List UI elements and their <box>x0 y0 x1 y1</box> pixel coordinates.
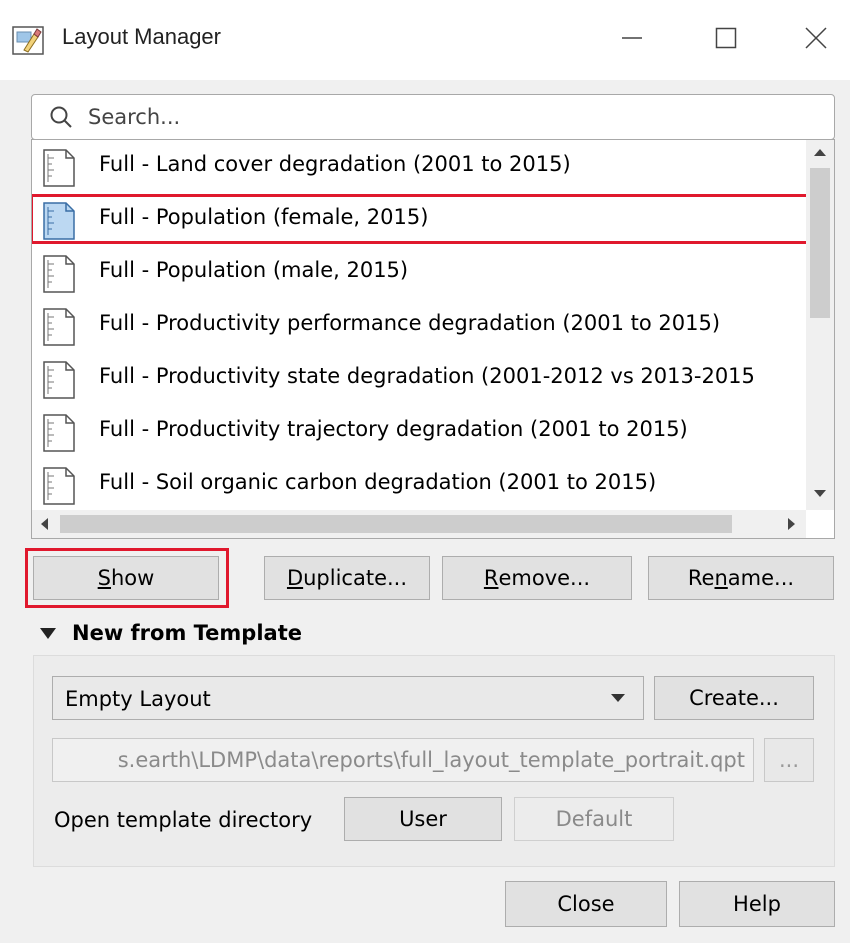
list-item-label: Full - Population (male, 2015) <box>99 258 409 282</box>
list-item[interactable]: Full - Population (male, 2015) <box>32 246 808 299</box>
browse-button: ... <box>764 738 814 782</box>
vertical-scroll-thumb[interactable] <box>810 168 830 318</box>
layout-document-icon <box>43 467 75 505</box>
list-item-label: Full - Productivity performance degradat… <box>99 311 721 335</box>
list-item-label: Full - Productivity trajectory degradati… <box>99 417 688 441</box>
close-button[interactable]: Close <box>505 881 667 927</box>
chevron-down-icon <box>611 694 625 702</box>
horizontal-scrollbar[interactable] <box>32 510 806 538</box>
maximize-button[interactable] <box>706 18 746 58</box>
list-item-selected[interactable]: Full - Population (female, 2015) <box>32 193 810 246</box>
template-path-field: s.earth\LDMP\data\reports\full_layout_te… <box>52 738 754 782</box>
layout-list[interactable]: Full - Land cover degradation (2001 to 2… <box>31 139 835 539</box>
minimize-icon <box>622 37 642 39</box>
rename-label-post: ame... <box>727 566 795 590</box>
help-button[interactable]: Help <box>679 881 835 927</box>
vertical-scrollbar[interactable] <box>806 140 834 510</box>
duplicate-label-key: D <box>286 566 304 590</box>
list-item[interactable]: Full - Productivity trajectory degradati… <box>32 405 808 458</box>
default-directory-button: Default <box>514 797 674 841</box>
show-button[interactable]: Show <box>33 556 219 600</box>
search-icon <box>50 106 72 128</box>
new-from-template-toggle[interactable]: New from Template <box>40 618 302 648</box>
layout-manager-window: Layout Manager Full - Land cover degrada… <box>0 0 850 943</box>
open-template-directory-label: Open template directory <box>54 808 313 832</box>
rename-label-pre: Re <box>687 566 715 590</box>
create-button[interactable]: Create... <box>654 676 814 720</box>
duplicate-label-post: uplicate... <box>303 566 408 590</box>
layout-document-icon <box>43 202 75 240</box>
template-select-value: Empty Layout <box>65 687 211 711</box>
list-item-label: Full - Productivity state degradation (2… <box>99 364 755 388</box>
layout-document-icon <box>43 255 75 293</box>
list-item[interactable]: Full - Productivity performance degradat… <box>32 299 808 352</box>
remove-label-key: R <box>483 566 499 590</box>
list-item[interactable]: Full - Productivity state degradation (2… <box>32 352 808 405</box>
user-directory-button[interactable]: User <box>344 797 502 841</box>
search-input[interactable] <box>88 99 818 135</box>
maximize-icon <box>715 27 737 49</box>
layout-document-icon <box>43 361 75 399</box>
rename-button[interactable]: Re n ame... <box>648 556 834 600</box>
list-item[interactable]: Full - Soil organic carbon degradation (… <box>32 458 808 511</box>
template-select[interactable]: Empty Layout <box>52 676 644 720</box>
search-box[interactable] <box>31 94 835 140</box>
layout-manager-app-icon <box>12 26 44 55</box>
list-item[interactable]: Full - Land cover degradation (2001 to 2… <box>32 140 808 193</box>
layout-document-icon <box>43 414 75 452</box>
remove-label-post: emove... <box>498 566 591 590</box>
layout-document-icon <box>43 308 75 346</box>
list-item-label: Full - Land cover degradation (2001 to 2… <box>99 152 571 176</box>
show-label-key: S <box>97 566 111 590</box>
scroll-left-icon[interactable] <box>38 517 50 531</box>
horizontal-scroll-thumb[interactable] <box>60 515 732 533</box>
minimize-button[interactable] <box>612 18 652 58</box>
close-window-button[interactable] <box>796 18 836 58</box>
rename-label-key: n <box>714 566 728 590</box>
window-title: Layout Manager <box>62 24 221 49</box>
layout-document-icon <box>43 149 75 187</box>
scroll-up-icon[interactable] <box>812 146 828 158</box>
template-path-value: s.earth\LDMP\data\reports\full_layout_te… <box>117 748 745 772</box>
collapse-triangle-icon <box>40 627 56 639</box>
duplicate-button[interactable]: Duplicate... <box>264 556 430 600</box>
scroll-right-icon[interactable] <box>786 517 798 531</box>
title-bar[interactable]: Layout Manager <box>0 0 850 80</box>
list-item-label: Full - Population (female, 2015) <box>99 205 429 229</box>
list-item-label: Full - Soil organic carbon degradation (… <box>99 470 657 494</box>
remove-button[interactable]: Remove... <box>442 556 632 600</box>
scroll-down-icon[interactable] <box>812 488 828 500</box>
close-icon <box>805 27 827 49</box>
section-title: New from Template <box>72 621 302 645</box>
show-label-post: how <box>111 566 155 590</box>
